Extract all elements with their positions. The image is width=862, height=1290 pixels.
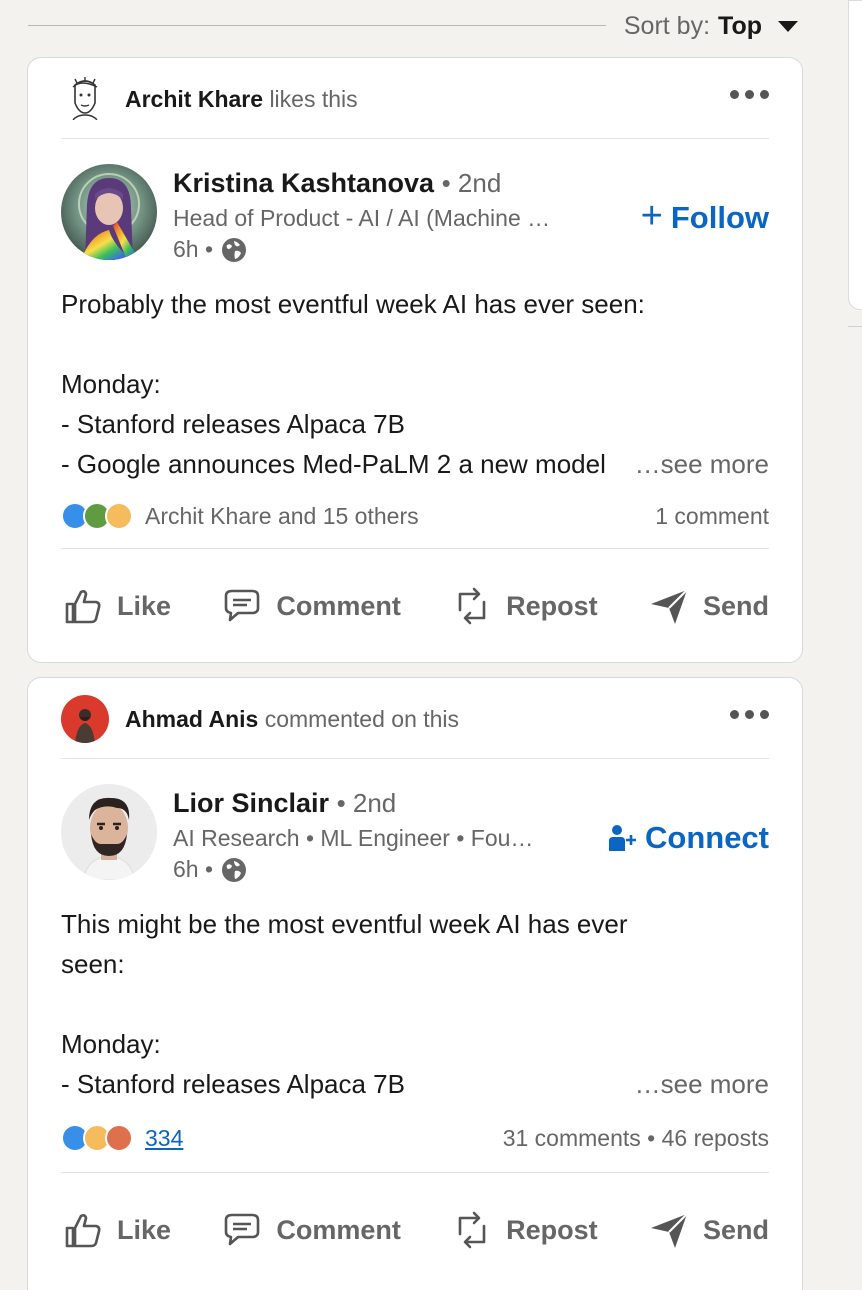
- globe-icon: [222, 857, 247, 882]
- comment-label: Comment: [276, 1214, 401, 1245]
- repost-button[interactable]: Repost: [450, 1208, 598, 1252]
- comment-button[interactable]: Comment: [220, 584, 401, 628]
- author-headline: Head of Product - AI / AI (Machine …: [173, 205, 551, 231]
- like-button[interactable]: Like: [61, 1208, 171, 1252]
- context-avatar[interactable]: [61, 695, 109, 743]
- post-text-line: Probably the most eventful week AI has e…: [61, 289, 645, 319]
- repost-button[interactable]: Repost: [450, 584, 598, 628]
- right-rail-divider: [848, 326, 862, 327]
- like-label: Like: [117, 1214, 172, 1245]
- see-more-link[interactable]: …see more: [622, 444, 769, 484]
- more-options-icon[interactable]: [730, 710, 769, 719]
- caret-down-icon: [778, 21, 798, 32]
- post-text-line: - Stanford releases Alpaca 7B: [61, 409, 405, 439]
- like-button[interactable]: Like: [61, 584, 171, 628]
- like-label: Like: [117, 590, 172, 621]
- post-context-header: Ahmad Anis commented on this: [61, 692, 769, 746]
- post-author: Lior Sinclair • 2nd AI Research • ML Eng…: [61, 784, 769, 884]
- post-text-line: Monday:: [61, 1029, 161, 1059]
- comment-label: Comment: [276, 590, 401, 621]
- right-rail-card: [848, 0, 862, 310]
- globe-icon: [222, 237, 247, 262]
- send-icon: [650, 589, 688, 624]
- post-author: Kristina Kashtanova • 2nd Head of Produc…: [61, 164, 769, 264]
- post-time: 6h •: [173, 236, 214, 262]
- comment-button[interactable]: Comment: [220, 1208, 401, 1252]
- author-avatar[interactable]: [61, 164, 157, 260]
- comment-icon: [225, 1213, 260, 1246]
- connection-degree: • 2nd: [336, 788, 397, 818]
- reaction-icons[interactable]: [61, 502, 133, 530]
- connection-degree: • 2nd: [441, 168, 502, 198]
- social-divider: [61, 548, 769, 549]
- header-divider: [61, 138, 769, 139]
- love-reaction-icon: [105, 1124, 133, 1152]
- send-button[interactable]: Send: [647, 1208, 769, 1252]
- send-button[interactable]: Send: [647, 584, 769, 628]
- comments-reposts-count[interactable]: 31 comments • 46 reposts: [503, 1125, 769, 1152]
- post-text-line: Monday:: [61, 369, 161, 399]
- feed-post: Archit Khare likes this Kristina Kashtan…: [27, 57, 803, 663]
- post-text-line: This might be the most eventful week AI …: [61, 909, 628, 939]
- connect-button[interactable]: Connect: [607, 820, 769, 856]
- post-actions: Like Comment Repost Send: [61, 576, 769, 636]
- send-label: Send: [702, 590, 769, 621]
- thumbs-up-icon: [65, 590, 101, 624]
- feed-sort-bar: Sort by: Top: [28, 8, 798, 44]
- more-options-icon[interactable]: [730, 90, 769, 99]
- repost-icon: [458, 587, 486, 625]
- follow-label: Follow: [670, 200, 769, 235]
- plus-icon: +: [640, 195, 663, 237]
- post-text-line: seen:: [61, 949, 125, 979]
- context-actor-name[interactable]: Ahmad Anis: [125, 706, 258, 732]
- author-name[interactable]: Kristina Kashtanova: [173, 168, 434, 198]
- sort-label: Sort by:: [623, 12, 711, 40]
- post-time: 6h •: [173, 856, 214, 882]
- send-icon: [650, 1213, 688, 1248]
- post-context-header: Archit Khare likes this: [61, 72, 769, 126]
- social-counts: 334 31 comments • 46 reposts: [61, 1122, 769, 1154]
- follow-button[interactable]: + Follow: [640, 195, 769, 237]
- context-action: likes this: [269, 85, 358, 112]
- sort-divider: [28, 25, 606, 26]
- thumbs-up-icon: [65, 1214, 101, 1248]
- social-divider: [61, 1172, 769, 1173]
- post-text-line: [61, 324, 769, 364]
- context-avatar[interactable]: [61, 75, 109, 123]
- send-label: Send: [702, 1214, 769, 1245]
- comment-icon: [225, 589, 260, 622]
- post-text-line: - Google announces Med-PaLM 2 a new mode…: [61, 449, 606, 479]
- insightful-reaction-icon: [105, 502, 133, 530]
- context-actor-name[interactable]: Archit Khare: [125, 86, 263, 112]
- author-avatar[interactable]: [61, 784, 157, 880]
- connect-label: Connect: [645, 820, 769, 855]
- post-body: Probably the most eventful week AI has e…: [61, 284, 769, 484]
- reactions-count[interactable]: 334: [145, 1125, 183, 1152]
- post-actions: Like Comment Repost Send: [61, 1200, 769, 1260]
- add-person-icon: [609, 825, 636, 851]
- comments-count[interactable]: 1 comment: [655, 503, 769, 530]
- social-counts: Archit Khare and 15 others 1 comment: [61, 500, 769, 532]
- author-name[interactable]: Lior Sinclair: [173, 788, 329, 818]
- sort-value: Top: [718, 12, 762, 40]
- repost-label: Repost: [506, 1214, 598, 1245]
- post-text-line: - Stanford releases Alpaca 7B: [61, 1069, 405, 1099]
- reactions-count[interactable]: Archit Khare and 15 others: [145, 503, 419, 530]
- post-text-line: [61, 984, 769, 1024]
- repost-icon: [458, 1211, 486, 1249]
- repost-label: Repost: [506, 590, 598, 621]
- header-divider: [61, 758, 769, 759]
- see-more-link[interactable]: …see more: [622, 1064, 769, 1104]
- context-action: commented on this: [264, 705, 460, 732]
- post-body: This might be the most eventful week AI …: [61, 904, 769, 1104]
- reaction-icons[interactable]: [61, 1124, 133, 1152]
- feed-post: Ahmad Anis commented on this Lior Sincla…: [27, 677, 803, 1290]
- sort-dropdown[interactable]: Sort by: Top: [624, 12, 798, 41]
- author-headline: AI Research • ML Engineer • Fou…: [173, 825, 534, 851]
